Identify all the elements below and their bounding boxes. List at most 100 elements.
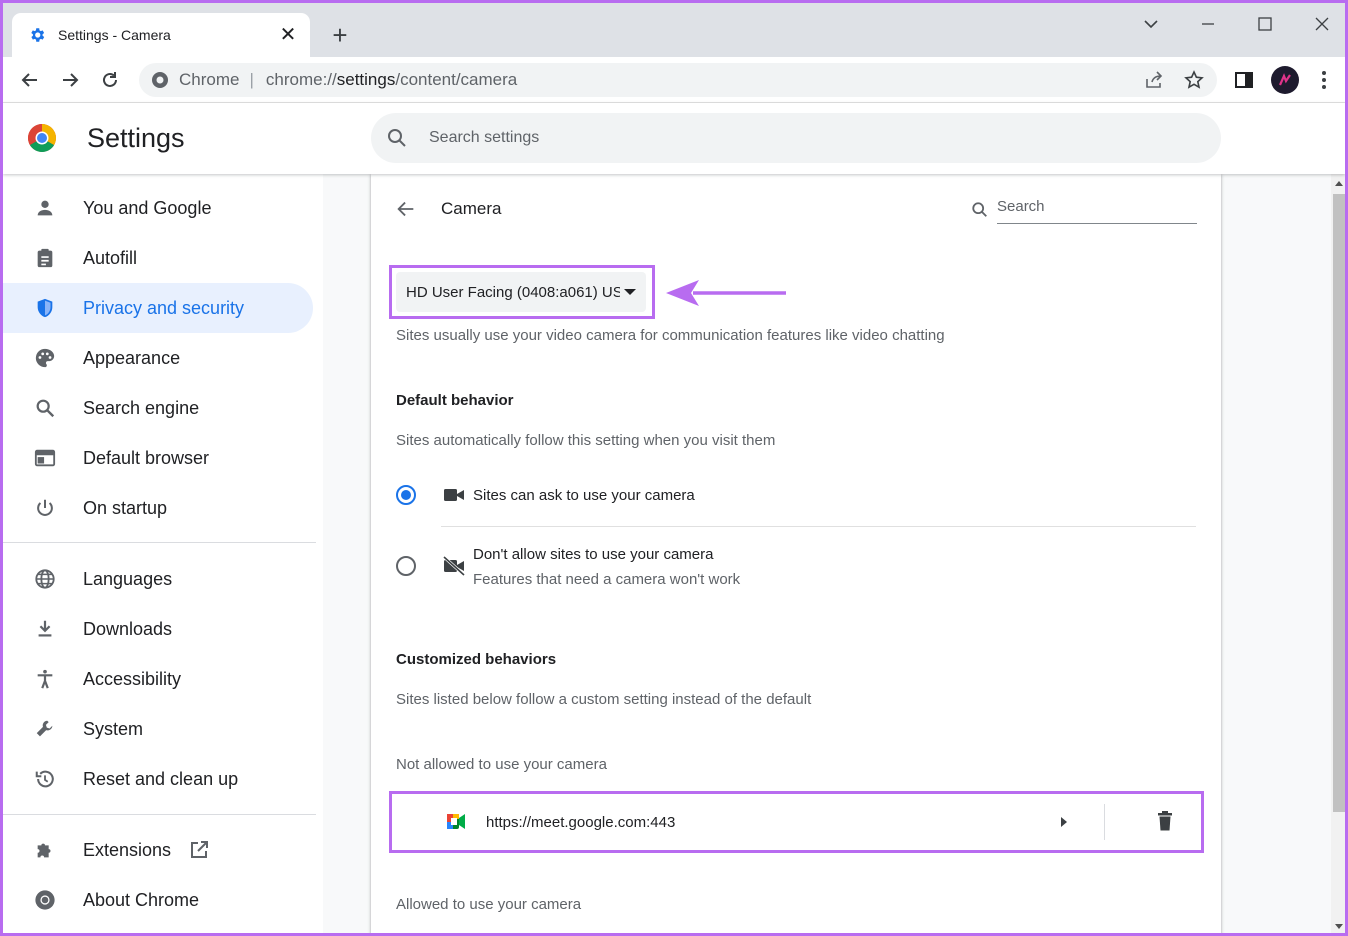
sidebar-item-you-and-google[interactable]: You and Google bbox=[3, 183, 313, 233]
history-icon bbox=[33, 767, 57, 791]
sidebar-item-label: System bbox=[83, 718, 144, 739]
camera-device-select[interactable]: HD User Facing (0408:a061) USB Camera bbox=[396, 272, 646, 312]
chrome-icon bbox=[33, 888, 57, 912]
customized-description: Sites listed below follow a custom setti… bbox=[396, 691, 812, 708]
sidebar-item-about-chrome[interactable]: About Chrome bbox=[3, 875, 313, 925]
scrollbar-thumb[interactable] bbox=[1333, 194, 1345, 812]
sidebar: You and Google Autofill Privacy and secu… bbox=[3, 174, 323, 933]
sidebar-item-label: Privacy and security bbox=[83, 297, 245, 318]
sidebar-item-languages[interactable]: Languages bbox=[3, 554, 313, 604]
sidebar-divider bbox=[3, 542, 316, 543]
wrench-icon bbox=[33, 717, 57, 741]
power-icon bbox=[33, 496, 57, 520]
sidebar-item-autofill[interactable]: Autofill bbox=[3, 233, 313, 283]
side-panel-icon[interactable] bbox=[1233, 69, 1255, 91]
radio-block[interactable] bbox=[396, 556, 416, 576]
minimize-icon[interactable] bbox=[1185, 9, 1231, 39]
camera-search[interactable]: Search bbox=[971, 196, 1197, 224]
page-scrollbar[interactable] bbox=[1331, 174, 1345, 933]
profile-avatar[interactable] bbox=[1271, 66, 1299, 94]
back-icon[interactable] bbox=[15, 65, 45, 95]
option-block-sublabel: Features that need a camera won't work bbox=[473, 571, 741, 588]
external-link-icon bbox=[189, 840, 209, 860]
option-block-label[interactable]: Don't allow sites to use your camera bbox=[473, 546, 713, 563]
gear-icon bbox=[31, 28, 45, 42]
browser-toolbar: Chrome | chrome://settings/content/camer… bbox=[3, 57, 1345, 103]
address-bar[interactable]: Chrome | chrome://settings/content/camer… bbox=[139, 63, 1217, 97]
search-settings-placeholder: Search settings bbox=[429, 129, 540, 146]
sidebar-item-on-startup[interactable]: On startup bbox=[3, 483, 313, 533]
close-window-icon[interactable] bbox=[1299, 9, 1345, 39]
chrome-site-icon bbox=[152, 72, 168, 88]
back-arrow-icon[interactable] bbox=[395, 198, 419, 222]
sidebar-item-appearance[interactable]: Appearance bbox=[3, 333, 313, 383]
dropdown-caret-icon bbox=[624, 289, 636, 295]
search-settings-input[interactable]: Search settings bbox=[371, 113, 1221, 163]
option-allow-label[interactable]: Sites can ask to use your camera bbox=[473, 487, 695, 504]
radio-allow-ask[interactable] bbox=[396, 485, 416, 505]
tab-search-chevron-icon[interactable] bbox=[1128, 9, 1174, 39]
new-tab-button[interactable]: + bbox=[325, 21, 355, 51]
sidebar-item-label: Default browser bbox=[83, 447, 210, 468]
sidebar-item-label: On startup bbox=[83, 497, 168, 518]
customized-heading: Customized behaviors bbox=[396, 651, 557, 668]
sidebar-item-search-engine[interactable]: Search engine bbox=[3, 383, 313, 433]
palette-icon bbox=[33, 346, 57, 370]
default-behavior-description: Sites automatically follow this setting … bbox=[396, 432, 776, 449]
download-icon bbox=[33, 617, 57, 641]
sidebar-item-reset-and-clean-up[interactable]: Reset and clean up bbox=[3, 754, 313, 804]
video-camera-off-icon bbox=[442, 555, 466, 581]
site-url: https://meet.google.com:443 bbox=[486, 814, 676, 831]
more-menu-icon[interactable] bbox=[1313, 69, 1335, 91]
tab-settings-camera[interactable]: Settings - Camera ✕ bbox=[12, 13, 310, 57]
tab-title: Settings - Camera bbox=[58, 27, 171, 43]
camera-search-input[interactable]: Search bbox=[997, 196, 1197, 224]
camera-settings-card: Camera Search HD User Facing (0408:a061)… bbox=[371, 174, 1221, 933]
option-divider bbox=[441, 526, 1196, 527]
url-host: settings bbox=[336, 70, 396, 89]
sidebar-item-downloads[interactable]: Downloads bbox=[3, 604, 313, 654]
sidebar-item-system[interactable]: System bbox=[3, 704, 313, 754]
globe-icon bbox=[33, 567, 57, 591]
chrome-logo-icon bbox=[28, 124, 56, 152]
sidebar-item-label: Languages bbox=[83, 568, 173, 589]
video-camera-icon bbox=[443, 486, 465, 509]
sidebar-item-label: Appearance bbox=[83, 347, 181, 368]
default-behavior-heading: Default behavior bbox=[396, 392, 514, 409]
allowed-heading: Allowed to use your camera bbox=[396, 896, 582, 913]
camera-device-selected: HD User Facing (0408:a061) USB Camera bbox=[406, 283, 620, 301]
maximize-icon[interactable] bbox=[1242, 9, 1288, 39]
reload-icon[interactable] bbox=[95, 65, 125, 95]
search-icon bbox=[33, 396, 57, 420]
chevron-right-icon[interactable] bbox=[1060, 815, 1068, 833]
sidebar-item-label: Autofill bbox=[83, 247, 138, 268]
omnibox-chrome-label: Chrome bbox=[179, 70, 240, 89]
browser-window: Settings - Camera ✕ + Chrome | chrome://… bbox=[0, 0, 1348, 936]
row-separator bbox=[1104, 804, 1105, 840]
browser-window-icon bbox=[33, 446, 57, 470]
list-item[interactable]: https://meet.google.com:443 bbox=[395, 796, 1199, 848]
sidebar-item-accessibility[interactable]: Accessibility bbox=[3, 654, 313, 704]
share-icon[interactable] bbox=[1143, 69, 1165, 91]
accessibility-icon bbox=[33, 667, 57, 691]
url-scheme: chrome:// bbox=[265, 70, 337, 89]
forward-icon[interactable] bbox=[55, 65, 85, 95]
scroll-up-icon[interactable] bbox=[1335, 181, 1343, 186]
search-icon bbox=[388, 129, 406, 147]
sidebar-item-extensions[interactable]: Extensions bbox=[3, 825, 313, 875]
sidebar-item-label: Accessibility bbox=[83, 668, 182, 689]
trash-icon[interactable] bbox=[1157, 811, 1173, 836]
scroll-down-icon[interactable] bbox=[1335, 924, 1343, 929]
annotation-arrow-icon bbox=[666, 280, 786, 306]
person-icon bbox=[33, 196, 57, 220]
sidebar-item-default-browser[interactable]: Default browser bbox=[3, 433, 313, 483]
settings-header: Settings Search settings bbox=[3, 103, 1345, 174]
camera-description: Sites usually use your video camera for … bbox=[396, 327, 945, 344]
sidebar-item-privacy-and-security[interactable]: Privacy and security bbox=[3, 283, 313, 333]
clipboard-icon bbox=[33, 246, 57, 270]
url-path: /content/camera bbox=[395, 70, 518, 89]
sidebar-item-label: Downloads bbox=[83, 618, 173, 639]
bookmark-star-icon[interactable] bbox=[1183, 69, 1205, 91]
tab-close-icon[interactable]: ✕ bbox=[278, 25, 298, 45]
camera-page-title: Camera bbox=[441, 199, 502, 218]
